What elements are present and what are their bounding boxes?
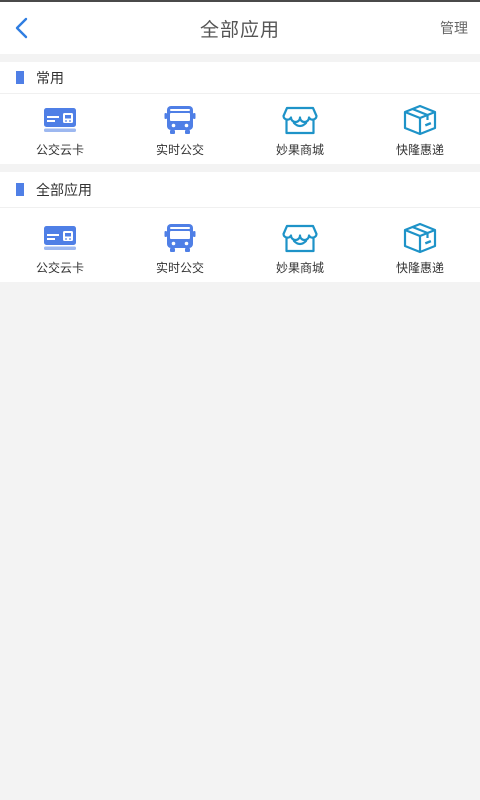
app-store[interactable]: 妙果商城 [240, 94, 360, 164]
section-all-apps: 全部应用 公交云卡 实时公交 妙果商城 快隆惠递 [0, 172, 480, 282]
section-title: 常用 [36, 70, 64, 87]
store-icon [282, 106, 318, 135]
app-label: 实时公交 [155, 261, 204, 275]
bus-icon [164, 224, 196, 252]
package-icon [403, 104, 437, 136]
app-bus-card[interactable]: 公交云卡 [0, 208, 120, 282]
section-marker [16, 71, 24, 84]
app-realtime-bus[interactable]: 实时公交 [120, 94, 240, 164]
app-label: 妙果商城 [275, 261, 324, 275]
bus-icon [164, 106, 196, 134]
bus-card-icon [44, 108, 76, 132]
app-label: 公交云卡 [35, 261, 84, 275]
chevron-left-icon [15, 17, 28, 39]
app-label: 快隆惠递 [395, 143, 444, 157]
manage-button[interactable]: 管理 [440, 2, 468, 54]
section-frequent: 常用 公交云卡 实时公交 妙果商城 快隆惠递 [0, 62, 480, 164]
app-label: 公交云卡 [35, 143, 84, 157]
app-label: 快隆惠递 [395, 261, 444, 275]
page-title: 全部应用 [199, 18, 280, 41]
app-label: 实时公交 [155, 143, 204, 157]
section-header: 常用 [0, 62, 480, 94]
app-label: 妙果商城 [275, 143, 324, 157]
app-express[interactable]: 快隆惠递 [360, 94, 480, 164]
section-gap [0, 54, 480, 62]
app-realtime-bus[interactable]: 实时公交 [120, 208, 240, 282]
app-grid: 公交云卡 实时公交 妙果商城 快隆惠递 [0, 208, 480, 282]
bus-card-icon [44, 226, 76, 250]
app-grid: 公交云卡 实时公交 妙果商城 快隆惠递 [0, 94, 480, 164]
package-icon [403, 222, 437, 254]
section-title: 全部应用 [36, 182, 92, 199]
back-button[interactable] [14, 2, 54, 54]
section-header: 全部应用 [0, 172, 480, 208]
app-store[interactable]: 妙果商城 [240, 208, 360, 282]
store-icon [282, 224, 318, 253]
app-express[interactable]: 快隆惠递 [360, 208, 480, 282]
section-marker [16, 183, 24, 196]
app-bus-card[interactable]: 公交云卡 [0, 94, 120, 164]
navbar: 全部应用 管理 [0, 2, 480, 54]
section-gap [0, 164, 480, 172]
